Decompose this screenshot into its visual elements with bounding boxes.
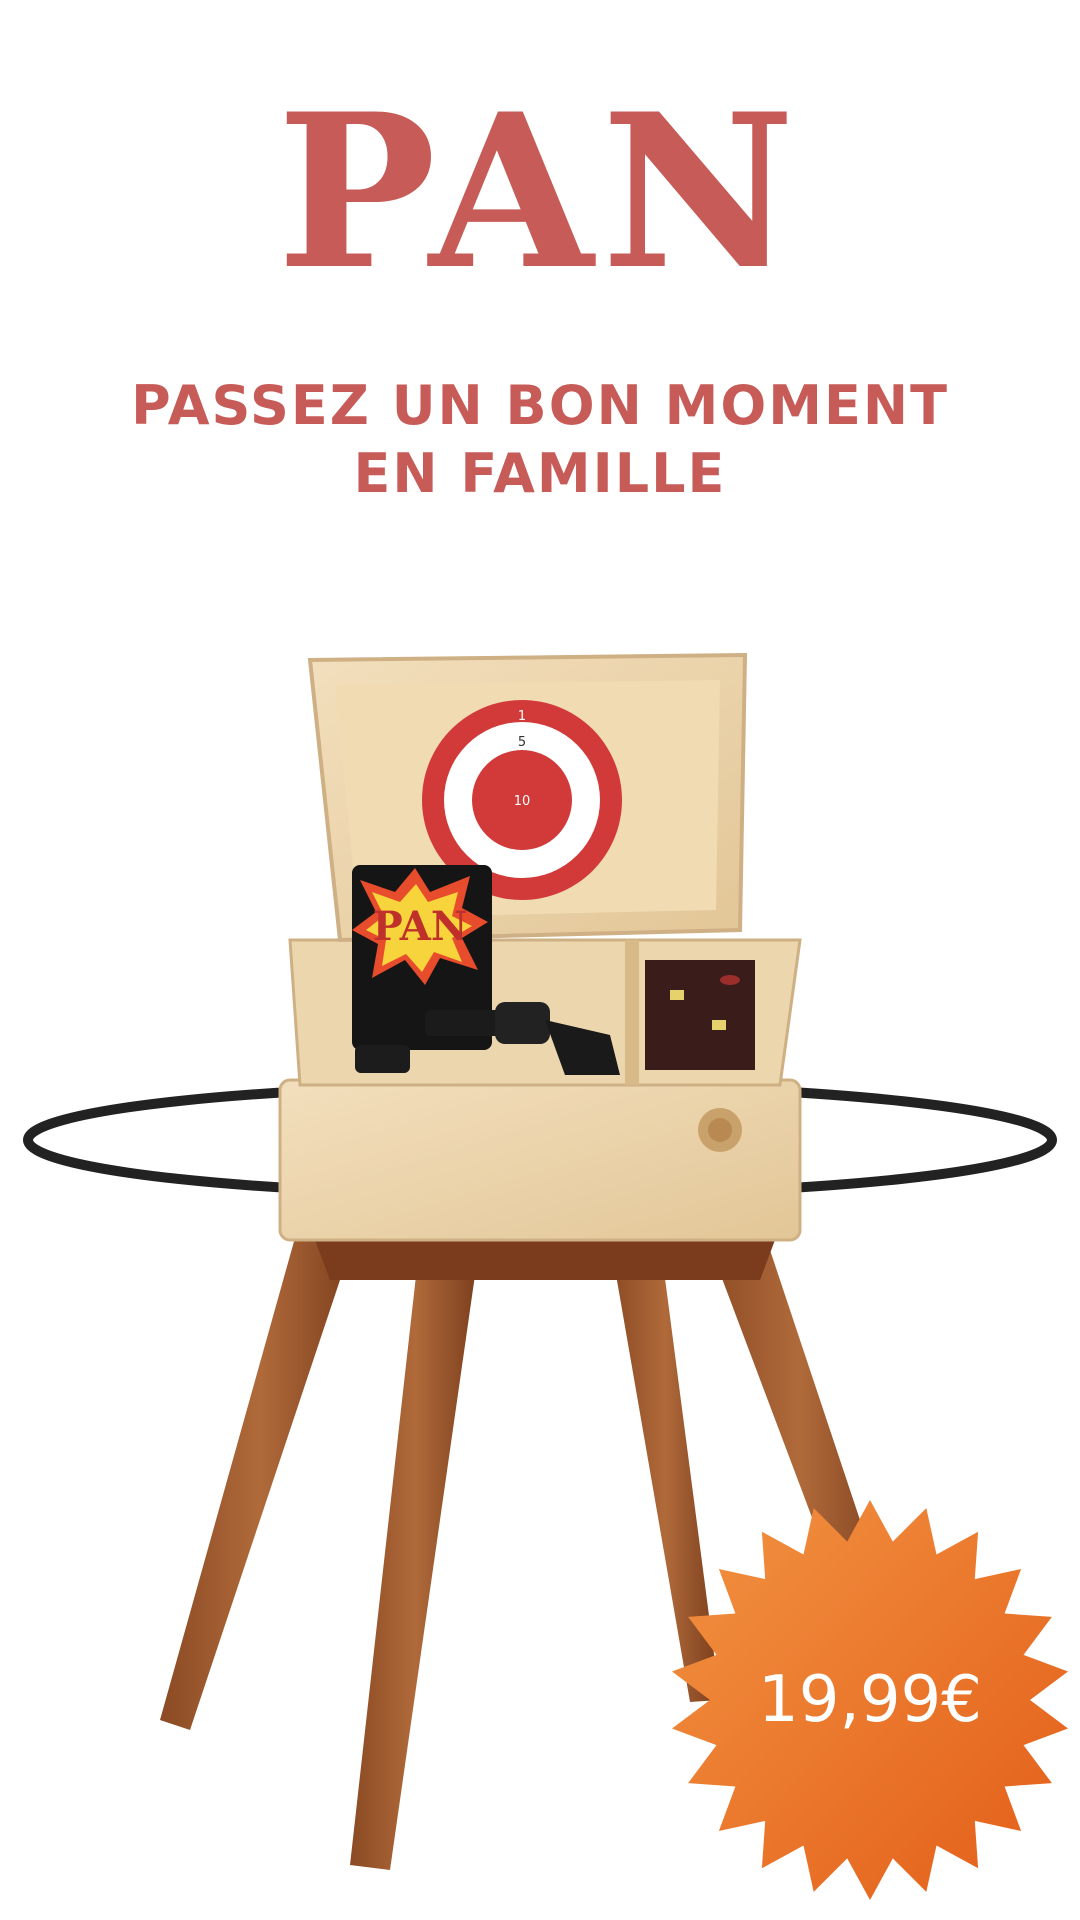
- card-label: PAN: [373, 903, 468, 950]
- tagline: PASSEZ UN BON MOMENT EN FAMILLE: [0, 372, 1080, 508]
- target-score-10: 10: [514, 794, 531, 809]
- table-leg: [160, 1220, 360, 1730]
- revolver-barrel: [425, 1010, 505, 1036]
- tagline-line-1: PASSEZ UN BON MOMENT: [131, 374, 949, 437]
- target-score-5: 5: [518, 735, 526, 750]
- tagline-line-2: EN FAMILLE: [353, 442, 727, 505]
- extra-item: [355, 1045, 410, 1073]
- table-leg: [350, 1240, 480, 1870]
- target-score-1: 1: [518, 709, 526, 724]
- cap-box-dot: [720, 975, 740, 985]
- box-divider: [625, 940, 639, 1085]
- price-badge: 19,99€: [660, 1490, 1080, 1910]
- game-title: PAN: [276, 67, 804, 316]
- box-body: [278, 1078, 802, 1242]
- cap-box: [645, 960, 755, 1070]
- wood-knot: [708, 1118, 732, 1142]
- cap-box-label: [712, 1020, 726, 1030]
- cap-box-body: [645, 960, 755, 1070]
- revolver-cylinder: [495, 1002, 550, 1044]
- cap-box-label: [670, 990, 684, 1000]
- price-label: 19,99€: [758, 1663, 982, 1737]
